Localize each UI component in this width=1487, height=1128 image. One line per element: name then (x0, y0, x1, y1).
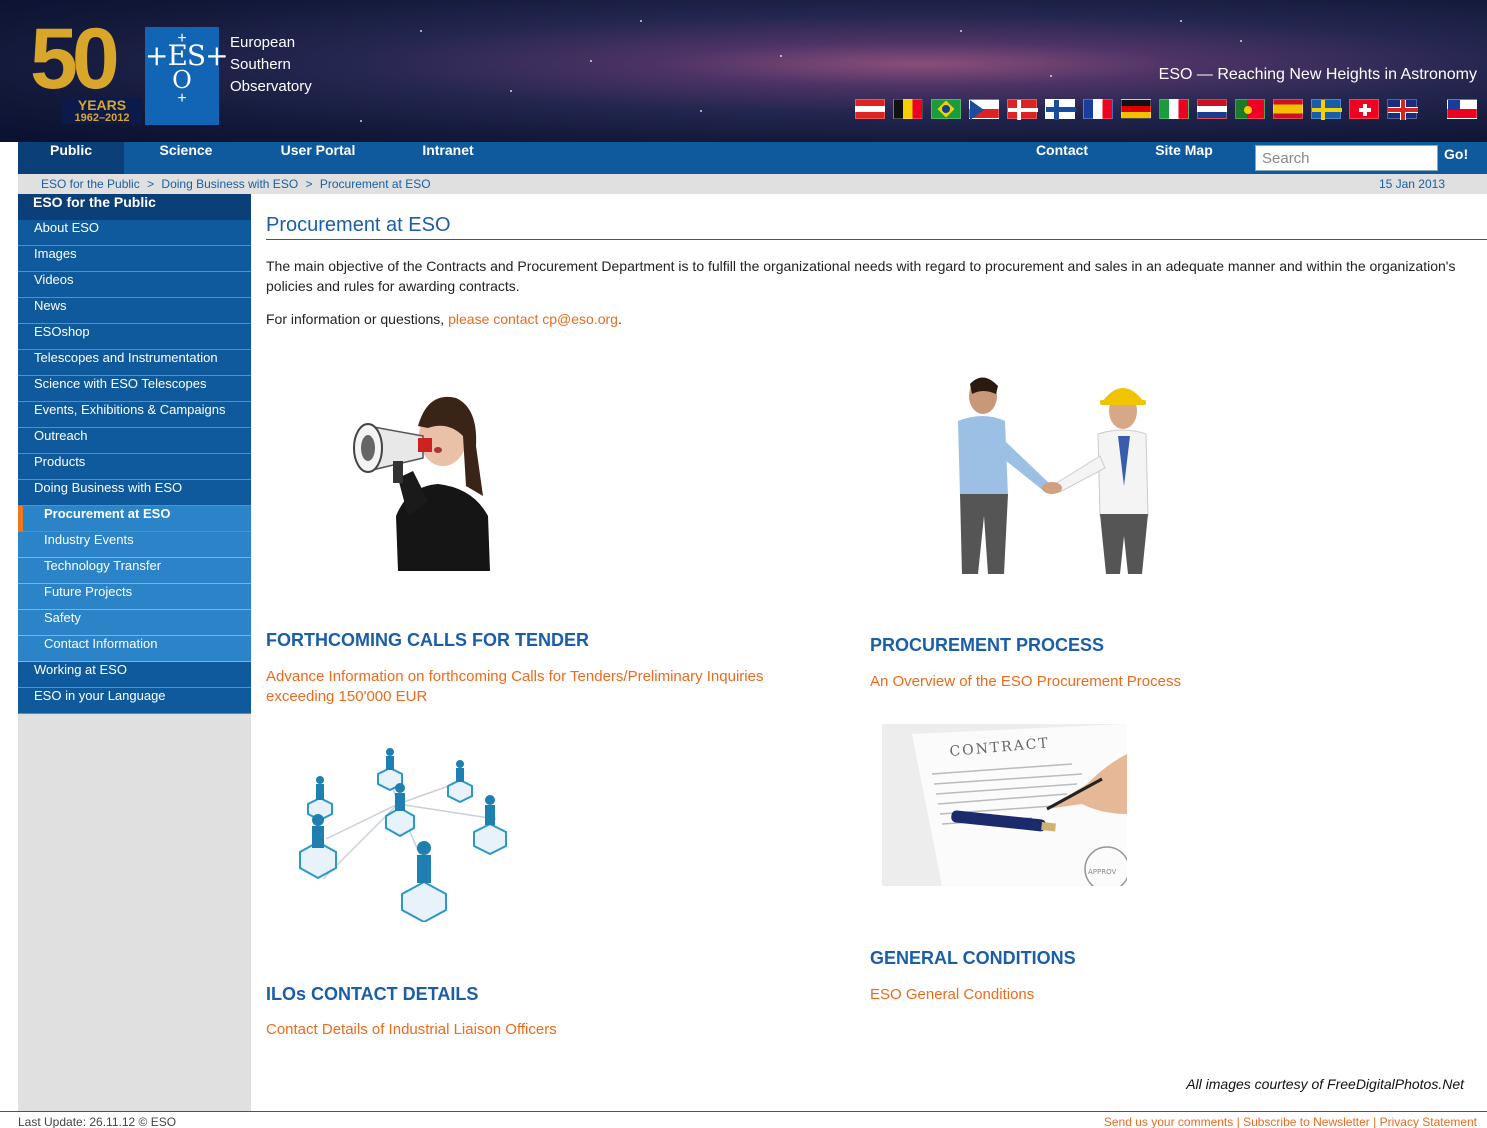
spain-flag[interactable] (1273, 99, 1303, 119)
nav-contact[interactable]: Contact (1014, 142, 1110, 174)
page: 50 YEARS 1962–2012 + +ES+ O + European S… (0, 0, 1487, 1128)
tagline: ESO — Reaching New Heights in Astronomy (1158, 66, 1477, 83)
nav-intranet[interactable]: Intranet (398, 142, 498, 174)
intro-text: The main objective of the Contracts and … (266, 258, 1456, 294)
ilo-link[interactable]: Contact Details of Industrial Liaison Of… (266, 1020, 557, 1040)
sidebar-item-industry-events[interactable]: Industry Events (18, 532, 251, 558)
logo-years-label: YEARS 1962–2012 (62, 98, 142, 124)
breadcrumb-item[interactable]: Procurement at ESO (320, 177, 431, 191)
subscribe-newsletter-link[interactable]: Subscribe to Newsletter (1243, 1115, 1370, 1128)
search-input[interactable] (1255, 145, 1438, 171)
sidebar-item-safety[interactable]: Safety (18, 610, 251, 636)
search-go-button[interactable]: Go! (1444, 146, 1468, 170)
logo-50-text: 50 (30, 11, 120, 107)
breadcrumb: ESO for the Public > Doing Business with… (41, 177, 431, 191)
handshake-image[interactable] (880, 366, 1192, 574)
sidebar-item-videos[interactable]: Videos (18, 272, 251, 298)
sidebar-item-events[interactable]: Events, Exhibitions & Campaigns (18, 402, 251, 428)
page-date: 15 Jan 2013 (1378, 177, 1445, 191)
sidebar-item-doing-business[interactable]: Doing Business with ESO (18, 480, 251, 506)
nav-site-map[interactable]: Site Map (1136, 142, 1232, 174)
contact-line: For information or questions, please con… (266, 311, 622, 327)
czech-flag[interactable] (969, 99, 999, 120)
sidebar-item-outreach[interactable]: Outreach (18, 428, 251, 454)
process-heading: PROCUREMENT PROCESS (870, 635, 1105, 655)
breadcrumb-bar: ESO for the Public > Doing Business with… (18, 174, 1487, 194)
chile-flag[interactable] (1447, 99, 1477, 119)
process-link[interactable]: An Overview of the ESO Procurement Proce… (870, 672, 1181, 692)
conditions-heading: GENERAL CONDITIONS (870, 948, 1076, 968)
header-banner: 50 YEARS 1962–2012 + +ES+ O + European S… (0, 0, 1487, 142)
sidebar-item-technology-transfer[interactable]: Technology Transfer (18, 558, 251, 584)
breadcrumb-separator: > (305, 177, 313, 191)
belgium-flag[interactable] (893, 99, 923, 119)
tender-heading: FORTHCOMING CALLS FOR TENDER (266, 630, 589, 650)
brazil-flag[interactable] (931, 99, 961, 119)
eso-logo[interactable]: + +ES+ O + (145, 27, 229, 125)
sidebar-item-telescopes[interactable]: Telescopes and Instrumentation (18, 350, 251, 376)
ilo-heading: ILOs CONTACT DETAILS (266, 984, 479, 1004)
network-people-image[interactable] (278, 744, 524, 922)
image-credit: All images courtesy of FreeDigitalPhotos… (1186, 1076, 1464, 1092)
breadcrumb-item[interactable]: ESO for the Public (41, 177, 140, 191)
austria-flag[interactable] (855, 99, 885, 119)
sidebar-item-working-at-eso[interactable]: Working at ESO (18, 662, 251, 688)
footer: Last Update: 26.11.12 © ESO Send us your… (0, 1111, 1487, 1128)
main-nav: Public Science User Portal Intranet Cont… (18, 142, 1487, 174)
sidebar-item-eso-language[interactable]: ESO in your Language (18, 688, 251, 714)
approved-stamp: APPROV (1088, 868, 1116, 876)
portugal-flag[interactable] (1235, 99, 1265, 119)
nav-science[interactable]: Science (124, 142, 248, 174)
breadcrumb-separator: > (147, 177, 155, 191)
conditions-link[interactable]: ESO General Conditions (870, 985, 1034, 1005)
tender-link[interactable]: Advance Information on forthcoming Calls… (266, 667, 826, 707)
sidebar-item-contact-info[interactable]: Contact Information (18, 636, 251, 662)
sidebar-item-esoshop[interactable]: ESOshop (18, 324, 251, 350)
sidebar-heading[interactable]: ESO for the Public (18, 194, 251, 220)
france-flag[interactable] (1083, 99, 1113, 119)
breadcrumb-item[interactable]: Doing Business with ESO (161, 177, 298, 191)
switzerland-flag[interactable] (1349, 99, 1379, 119)
denmark-flag[interactable] (1007, 99, 1038, 120)
sidebar-item-science[interactable]: Science with ESO Telescopes (18, 376, 251, 402)
germany-flag[interactable] (1121, 99, 1151, 119)
page-title: Procurement at ESO (266, 214, 1487, 240)
last-update: Last Update: 26.11.12 © ESO (18, 1115, 177, 1128)
netherlands-flag[interactable] (1197, 99, 1227, 119)
megaphone-woman-image[interactable] (278, 366, 523, 571)
contract-signing-image[interactable]: CONTRACT APPROV (882, 724, 1127, 886)
send-comments-link[interactable]: Send us your comments (1104, 1115, 1233, 1128)
sidebar: ESO for the Public About ESO Images Vide… (18, 194, 251, 1111)
footer-links: Send us your comments | Subscribe to New… (1103, 1115, 1477, 1128)
sidebar-item-products[interactable]: Products (18, 454, 251, 480)
uk-flag[interactable] (1387, 99, 1418, 120)
nav-public[interactable]: Public (18, 142, 124, 174)
italy-flag[interactable] (1159, 99, 1189, 119)
contact-email-link[interactable]: please contact cp@eso.org (448, 311, 618, 327)
sidebar-item-about-eso[interactable]: About ESO (18, 220, 251, 246)
sweden-flag[interactable] (1311, 99, 1342, 120)
org-name: European Southern Observatory (230, 34, 312, 95)
sidebar-item-images[interactable]: Images (18, 246, 251, 272)
sidebar-item-news[interactable]: News (18, 298, 251, 324)
nav-user-portal[interactable]: User Portal (258, 142, 378, 174)
sidebar-item-procurement[interactable]: Procurement at ESO (18, 506, 251, 532)
privacy-statement-link[interactable]: Privacy Statement (1380, 1115, 1477, 1128)
finland-flag[interactable] (1045, 99, 1076, 120)
sidebar-item-future-projects[interactable]: Future Projects (18, 584, 251, 610)
50-years-logo[interactable]: 50 YEARS 1962–2012 (30, 11, 145, 126)
